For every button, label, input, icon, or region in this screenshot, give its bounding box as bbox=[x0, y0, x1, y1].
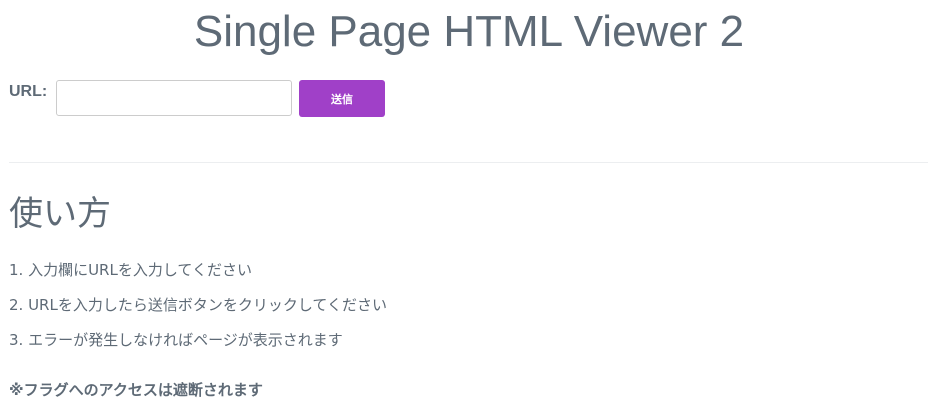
url-label: URL: bbox=[9, 83, 48, 100]
list-item: 3. エラーが発生しなければページが表示されます bbox=[9, 331, 343, 349]
divider bbox=[9, 162, 928, 163]
howto-steps: 1. 入力欄にURLを入力してください 2. URLを入力したら送信ボタンをクリ… bbox=[9, 259, 387, 364]
page-title: Single Page HTML Viewer 2 bbox=[193, 7, 745, 56]
howto-heading: 使い方 bbox=[9, 194, 111, 234]
submit-button[interactable]: 送信 bbox=[299, 80, 385, 117]
list-item: 1. 入力欄にURLを入力してください bbox=[9, 261, 252, 279]
flag-access-note: ※フラグへのアクセスは遮断されます bbox=[9, 381, 263, 399]
page: Single Page HTML Viewer 2 URL: 送信 使い方 1.… bbox=[0, 0, 943, 409]
list-item: 2. URLを入力したら送信ボタンをクリックしてください bbox=[9, 296, 387, 314]
url-input[interactable] bbox=[56, 80, 292, 116]
